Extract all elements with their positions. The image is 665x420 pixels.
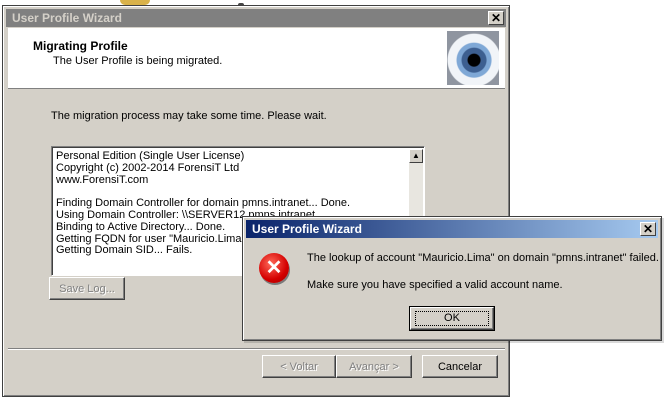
header-subtitle: The User Profile is being migrated.	[53, 55, 223, 67]
dialog-message-line1: The lookup of account "Mauricio.Lima" on…	[307, 252, 659, 264]
error-dialog: User Profile Wizard ✕ ✕ The lookup of ac…	[242, 216, 662, 341]
dialog-close-button[interactable]: ✕	[640, 222, 656, 236]
ok-button[interactable]: OK	[409, 306, 495, 331]
wizard-close-button[interactable]: ✕	[488, 11, 504, 25]
info-text: The migration process may take some time…	[51, 110, 327, 122]
scroll-up-icon[interactable]: ▲	[409, 149, 423, 163]
next-button[interactable]: Avançar >	[336, 355, 412, 378]
dialog-titlebar[interactable]: User Profile Wizard ✕	[246, 220, 658, 238]
log-line: Copyright (c) 2002-2014 ForensiT Ltd	[56, 161, 240, 174]
eye-logo-image	[447, 31, 499, 85]
error-icon: ✕	[259, 253, 289, 283]
log-line: www.ForensiT.com	[56, 173, 149, 186]
footer-divider	[8, 348, 505, 350]
wizard-title: User Profile Wizard	[12, 11, 122, 25]
dialog-title: User Profile Wizard	[252, 222, 362, 236]
wizard-titlebar[interactable]: User Profile Wizard ✕	[6, 9, 506, 27]
header-title: Migrating Profile	[33, 39, 128, 53]
cancel-button[interactable]: Cancelar	[422, 355, 498, 378]
back-button[interactable]: < Voltar	[262, 355, 336, 378]
ok-button-label: OK	[415, 311, 489, 326]
wizard-header: Migrating Profile The User Profile is be…	[8, 28, 505, 89]
dialog-message-line2: Make sure you have specified a valid acc…	[307, 279, 563, 291]
save-log-button[interactable]: Save Log...	[49, 277, 125, 300]
